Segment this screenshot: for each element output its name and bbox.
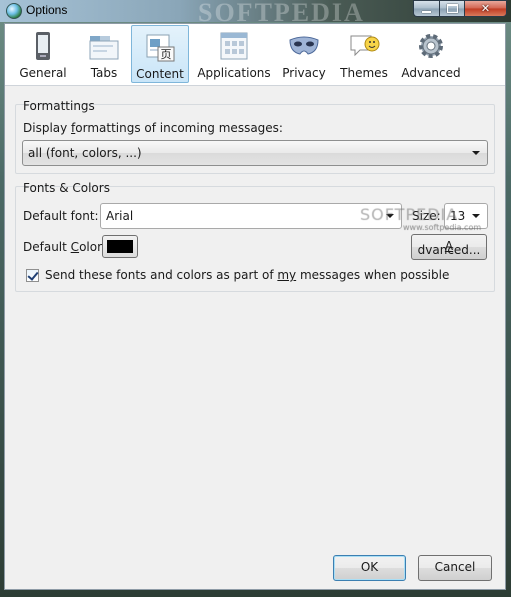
formattings-select[interactable]: all (font, colors, ...) bbox=[22, 140, 488, 166]
watermark-overlay: SOFTPEDIA bbox=[360, 205, 459, 224]
tab-tabs[interactable]: Tabs bbox=[79, 25, 129, 83]
mask-icon bbox=[289, 36, 319, 55]
gear-icon bbox=[419, 34, 443, 58]
formattings-label-prefix: Display bbox=[23, 121, 72, 135]
title-bar[interactable]: Options SOFTPEDIA ✕ bbox=[0, 0, 511, 27]
formattings-label-suffix: ormattings of incoming messages: bbox=[75, 121, 283, 135]
ok-button-label: OK bbox=[360, 560, 379, 574]
default-color-label: Default Color: bbox=[23, 240, 106, 254]
color-swatch-fill bbox=[107, 240, 133, 253]
tab-advanced[interactable]: Advanced bbox=[397, 25, 465, 83]
tab-content-label: Content bbox=[136, 67, 184, 81]
fonts-colors-group: Fonts & Colors Default font: Arial Size:… bbox=[15, 181, 495, 292]
content-page-icon: 页 bbox=[146, 34, 175, 62]
default-font-label: Default font: bbox=[23, 209, 99, 223]
advanced-button-suffix: dvanced... bbox=[417, 243, 481, 257]
tab-applications[interactable]: Applications bbox=[195, 25, 273, 83]
advanced-button[interactable]: Advanced... bbox=[411, 234, 487, 260]
caption-buttons: ✕ bbox=[413, 0, 507, 18]
tab-themes[interactable]: Themes bbox=[337, 25, 391, 83]
ok-button[interactable]: OK bbox=[333, 555, 406, 581]
default-color-picker[interactable] bbox=[102, 235, 138, 258]
category-toolbar: General Tabs 页 Content Applications Priv… bbox=[5, 24, 505, 86]
default-font-select[interactable]: Arial bbox=[100, 203, 402, 229]
formattings-select-value: all (font, colors, ...) bbox=[28, 146, 142, 160]
send-fonts-prefix: Send these fonts and colors as part of bbox=[45, 268, 278, 282]
chevron-down-icon bbox=[472, 214, 480, 218]
tab-general-label: General bbox=[19, 66, 67, 80]
maximize-icon bbox=[440, 1, 464, 13]
options-window: Options SOFTPEDIA ✕ General Tabs 页 Conte… bbox=[0, 0, 511, 597]
default-color-prefix: Default bbox=[23, 240, 71, 254]
phone-icon bbox=[36, 32, 50, 60]
maximize-button[interactable] bbox=[439, 0, 464, 17]
formattings-group: Formattings Display formattings of incom… bbox=[15, 99, 495, 174]
default-font-value: Arial bbox=[106, 209, 134, 223]
tab-content[interactable]: 页 Content bbox=[131, 25, 189, 83]
cancel-button-label: Cancel bbox=[434, 560, 476, 574]
watermark-url: www.softpedia.com bbox=[403, 223, 482, 232]
tab-privacy-label: Privacy bbox=[282, 66, 326, 80]
advanced-button-label: Advanced... bbox=[412, 239, 486, 257]
formattings-title: Formattings bbox=[23, 99, 95, 113]
send-fonts-label: Send these fonts and colors as part of m… bbox=[45, 268, 449, 282]
cancel-button[interactable]: Cancel bbox=[418, 555, 492, 581]
fonts-colors-title: Fonts & Colors bbox=[23, 181, 110, 195]
default-color-hotkey: C bbox=[70, 240, 80, 254]
close-icon: ✕ bbox=[480, 2, 491, 15]
formattings-label: Display formattings of incoming messages… bbox=[23, 121, 283, 135]
window-title: Options bbox=[26, 3, 68, 17]
tabs-window-icon bbox=[89, 36, 119, 60]
tab-general[interactable]: General bbox=[7, 25, 79, 83]
tab-privacy[interactable]: Privacy bbox=[279, 25, 329, 83]
speech-bubble-smiley-icon bbox=[350, 35, 380, 57]
tab-themes-label: Themes bbox=[340, 66, 388, 80]
app-globe-icon bbox=[6, 3, 22, 19]
close-button[interactable]: ✕ bbox=[464, 0, 507, 17]
send-fonts-suffix: messages when possible bbox=[296, 268, 450, 282]
minimize-button[interactable] bbox=[413, 0, 439, 17]
options-client-area: General Tabs 页 Content Applications Priv… bbox=[4, 23, 506, 590]
minimize-icon bbox=[414, 1, 439, 13]
tab-advanced-label: Advanced bbox=[401, 66, 461, 80]
svg-text:页: 页 bbox=[161, 48, 172, 61]
tab-applications-label: Applications bbox=[197, 66, 271, 80]
send-fonts-hotkey: my bbox=[277, 268, 297, 282]
send-fonts-checkbox[interactable] bbox=[26, 269, 39, 282]
applications-window-icon bbox=[220, 32, 248, 60]
tab-tabs-label: Tabs bbox=[90, 66, 118, 80]
chevron-down-icon bbox=[472, 151, 480, 155]
